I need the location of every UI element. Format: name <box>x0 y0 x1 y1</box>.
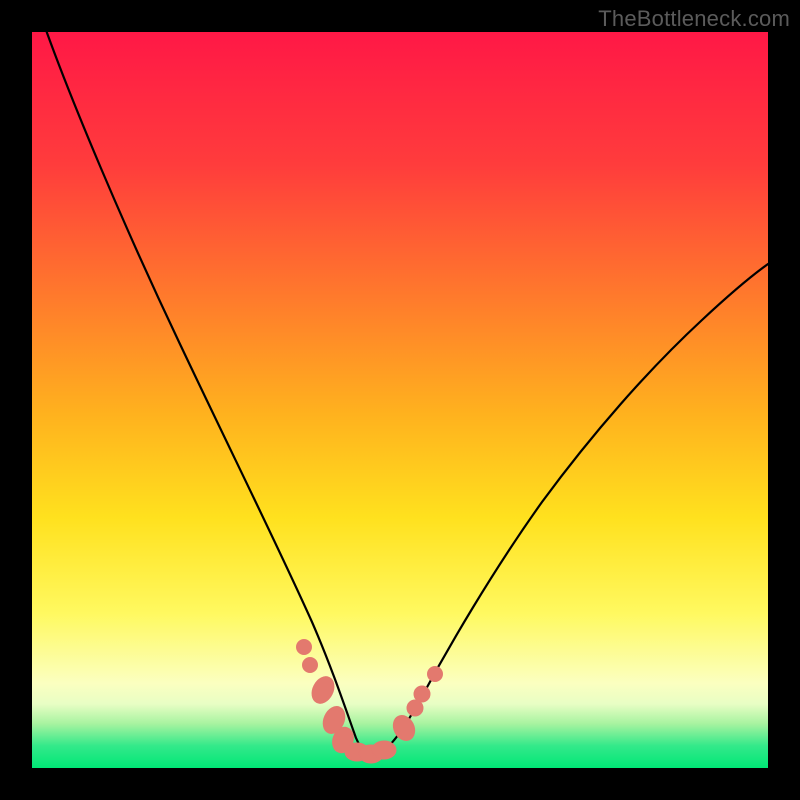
watermark-text: TheBottleneck.com <box>598 6 790 32</box>
response-curve <box>47 32 768 754</box>
curve-layer <box>32 32 768 768</box>
marker-group <box>297 640 443 764</box>
plot-area <box>32 32 768 768</box>
chart-frame: TheBottleneck.com <box>0 0 800 800</box>
